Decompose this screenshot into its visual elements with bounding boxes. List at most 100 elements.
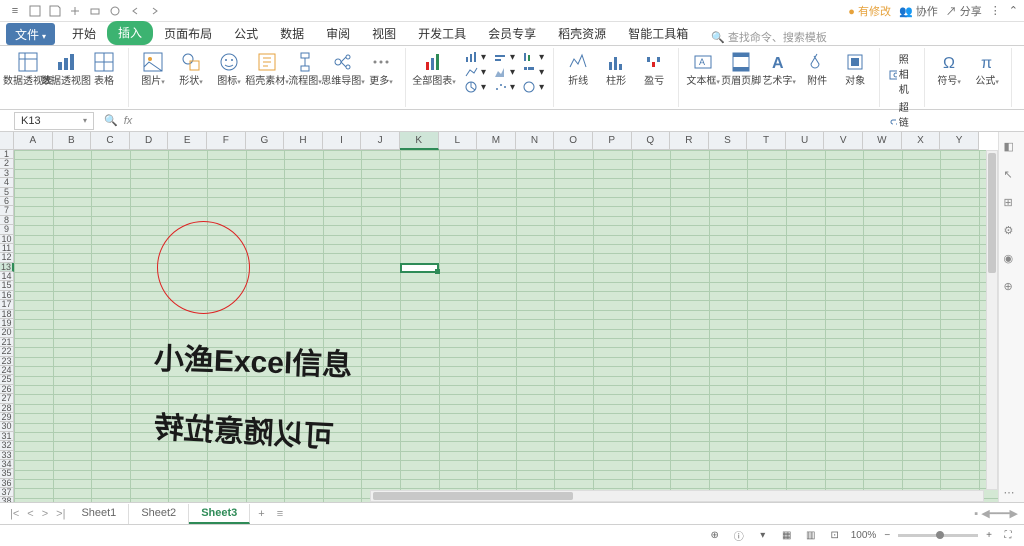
flowchart-button[interactable]: 流程图▾	[287, 50, 323, 88]
undo-icon[interactable]	[126, 2, 144, 20]
status-icon[interactable]: ⊕	[707, 529, 723, 543]
column-header[interactable]: X	[902, 132, 941, 150]
attachment-button[interactable]: 附件	[799, 50, 835, 87]
canvas-circle-shape[interactable]	[157, 221, 250, 314]
chart-type-button[interactable]: ▾	[520, 50, 547, 64]
column-header[interactable]: N	[516, 132, 555, 150]
view-normal-icon[interactable]: ▦	[779, 529, 795, 543]
row-header[interactable]: 38	[0, 497, 14, 502]
ribbon-tab[interactable]: 视图	[361, 21, 407, 45]
qat-icon[interactable]	[106, 2, 124, 20]
chart-type-button[interactable]: ▾	[520, 80, 547, 94]
cell-grid[interactable]	[14, 150, 998, 502]
print-icon[interactable]	[86, 2, 104, 20]
column-header[interactable]: L	[439, 132, 478, 150]
sidepanel-icon[interactable]: ◉	[1004, 252, 1020, 268]
sheet-nav-prev[interactable]: <	[23, 508, 37, 520]
column-header[interactable]: H	[284, 132, 323, 150]
chart-type-button[interactable]: ▾	[491, 80, 518, 94]
sparkline-col-button[interactable]: 柱形	[598, 50, 634, 87]
column-header[interactable]: B	[53, 132, 92, 150]
column-header[interactable]: P	[593, 132, 632, 150]
sparkline-line-button[interactable]: 折线	[560, 50, 596, 87]
all-charts-button[interactable]: 全部图表▾	[412, 50, 456, 88]
ribbon-tab[interactable]: 公式	[223, 21, 269, 45]
zoom-value[interactable]: 100%	[851, 530, 877, 541]
view-break-icon[interactable]: ⊡	[827, 529, 843, 543]
horizontal-scrollbar[interactable]	[370, 490, 984, 502]
share-button[interactable]: ↗ 分享	[946, 3, 982, 19]
icons-button[interactable]: 图标▾	[211, 50, 247, 88]
sidepanel-icon[interactable]: ⊞	[1004, 196, 1020, 212]
column-header[interactable]: W	[863, 132, 902, 150]
sheet-list-button[interactable]: ≡	[273, 508, 287, 520]
column-header[interactable]: G	[246, 132, 285, 150]
command-search[interactable]: 🔍查找命令、搜索模板	[711, 29, 827, 45]
material-button[interactable]: 稻壳素材▾	[249, 50, 285, 88]
column-header[interactable]: I	[323, 132, 362, 150]
column-header[interactable]: Y	[940, 132, 979, 150]
picture-button[interactable]: 图片▾	[135, 50, 171, 88]
column-header[interactable]: C	[91, 132, 130, 150]
chart-type-button[interactable]: ▾	[462, 65, 489, 79]
wordart-text-1[interactable]: 小渔Excel信息	[153, 334, 353, 385]
chart-type-button[interactable]: ▾	[520, 65, 547, 79]
ribbon-tab[interactable]: 会员专享	[477, 21, 547, 45]
sheet-nav-last[interactable]: >|	[52, 508, 69, 520]
sparkline-winloss-button[interactable]: 盈亏	[636, 50, 672, 87]
ribbon-tab[interactable]: 页面布局	[153, 21, 223, 45]
more-button[interactable]: 更多▾	[363, 50, 399, 88]
sidepanel-settings-icon[interactable]: ⚙	[1004, 224, 1020, 240]
menu-icon[interactable]: ≡	[6, 2, 24, 20]
sheet-nav-next[interactable]: >	[38, 508, 52, 520]
mindmap-button[interactable]: 思维导图▾	[325, 50, 361, 88]
sidepanel-icon[interactable]: ⊕	[1004, 280, 1020, 296]
column-header[interactable]: O	[554, 132, 593, 150]
column-header[interactable]: R	[670, 132, 709, 150]
fullscreen-icon[interactable]: ⛶	[1000, 529, 1016, 543]
select-all-corner[interactable]	[0, 132, 14, 150]
sheet-tab[interactable]: Sheet2	[129, 504, 189, 524]
column-header[interactable]: F	[207, 132, 246, 150]
zoom-in-button[interactable]: +	[986, 530, 992, 541]
status-icon[interactable]: ▾	[755, 529, 771, 543]
ribbon-tab[interactable]: 数据	[269, 21, 315, 45]
ribbon-tab[interactable]: 开发工具	[407, 21, 477, 45]
redo-icon[interactable]	[146, 2, 164, 20]
chart-type-button[interactable]: ▾	[491, 65, 518, 79]
sheet-nav-first[interactable]: |<	[6, 508, 23, 520]
pivot-chart-button[interactable]: 数据透视图	[48, 50, 84, 87]
name-box[interactable]: K13▾	[14, 112, 94, 130]
column-header[interactable]: J	[361, 132, 400, 150]
qat-icon[interactable]	[66, 2, 84, 20]
column-header[interactable]: V	[824, 132, 863, 150]
record-nav-icon[interactable]: ▪ ◀━━━▶	[974, 507, 1018, 520]
ribbon-tab[interactable]: 审阅	[315, 21, 361, 45]
more-icon[interactable]: ⋮	[990, 4, 1001, 17]
chart-type-button[interactable]: ▾	[462, 50, 489, 64]
pending-changes-label[interactable]: ● 有修改	[848, 3, 891, 19]
view-layout-icon[interactable]: ▥	[803, 529, 819, 543]
column-header[interactable]: M	[477, 132, 516, 150]
column-header[interactable]: E	[168, 132, 207, 150]
textbox-button[interactable]: A文本框▾	[685, 50, 721, 88]
status-icon[interactable]: ⓘ	[731, 529, 747, 543]
table-button[interactable]: 表格	[86, 50, 122, 87]
active-cell[interactable]	[400, 263, 439, 273]
camera-button[interactable]: 照相机	[886, 50, 918, 97]
sheet-tab[interactable]: Sheet1	[69, 504, 129, 524]
save-icon[interactable]	[46, 2, 64, 20]
sidepanel-select-icon[interactable]: ↖	[1004, 168, 1020, 184]
symbol-button[interactable]: Ω符号▾	[931, 50, 967, 88]
sheet-tab[interactable]: Sheet3	[189, 504, 250, 524]
add-sheet-button[interactable]: +	[250, 508, 272, 520]
shapes-button[interactable]: 形状▾	[173, 50, 209, 88]
column-header[interactable]: S	[709, 132, 748, 150]
zoom-slider[interactable]	[898, 534, 978, 537]
column-header[interactable]: T	[747, 132, 786, 150]
column-header[interactable]: U	[786, 132, 825, 150]
chart-type-button[interactable]: ▾	[462, 80, 489, 94]
column-header[interactable]: D	[130, 132, 169, 150]
vertical-scrollbar[interactable]	[986, 150, 998, 490]
zoom-out-button[interactable]: −	[884, 530, 890, 541]
